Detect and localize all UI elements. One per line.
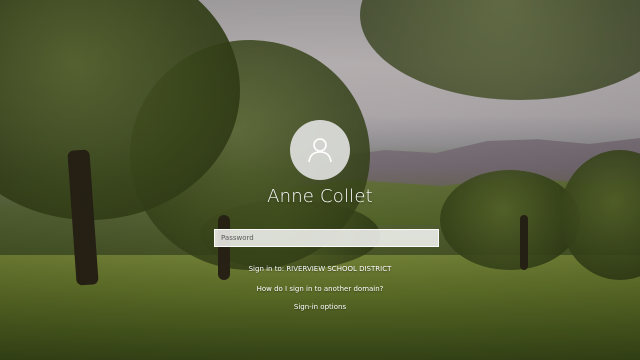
other-domain-link-row: How do I sign in to another domain?: [0, 285, 640, 293]
sign-in-options-row: Sign-in options: [0, 303, 640, 311]
user-avatar: [290, 120, 350, 180]
user-name: Anne Collet: [267, 186, 373, 207]
sign-in-options-link[interactable]: Sign-in options: [294, 303, 346, 311]
sign-in-domain-text: Sign in to: RIVERVIEW SCHOOL DISTRICT: [248, 265, 392, 273]
password-field[interactable]: [214, 229, 439, 247]
user-icon: [308, 138, 332, 163]
lock-screen: Anne Collet Sign in to: RIVERVIEW SCHOOL…: [0, 0, 640, 360]
other-domain-link[interactable]: How do I sign in to another domain?: [257, 285, 384, 293]
